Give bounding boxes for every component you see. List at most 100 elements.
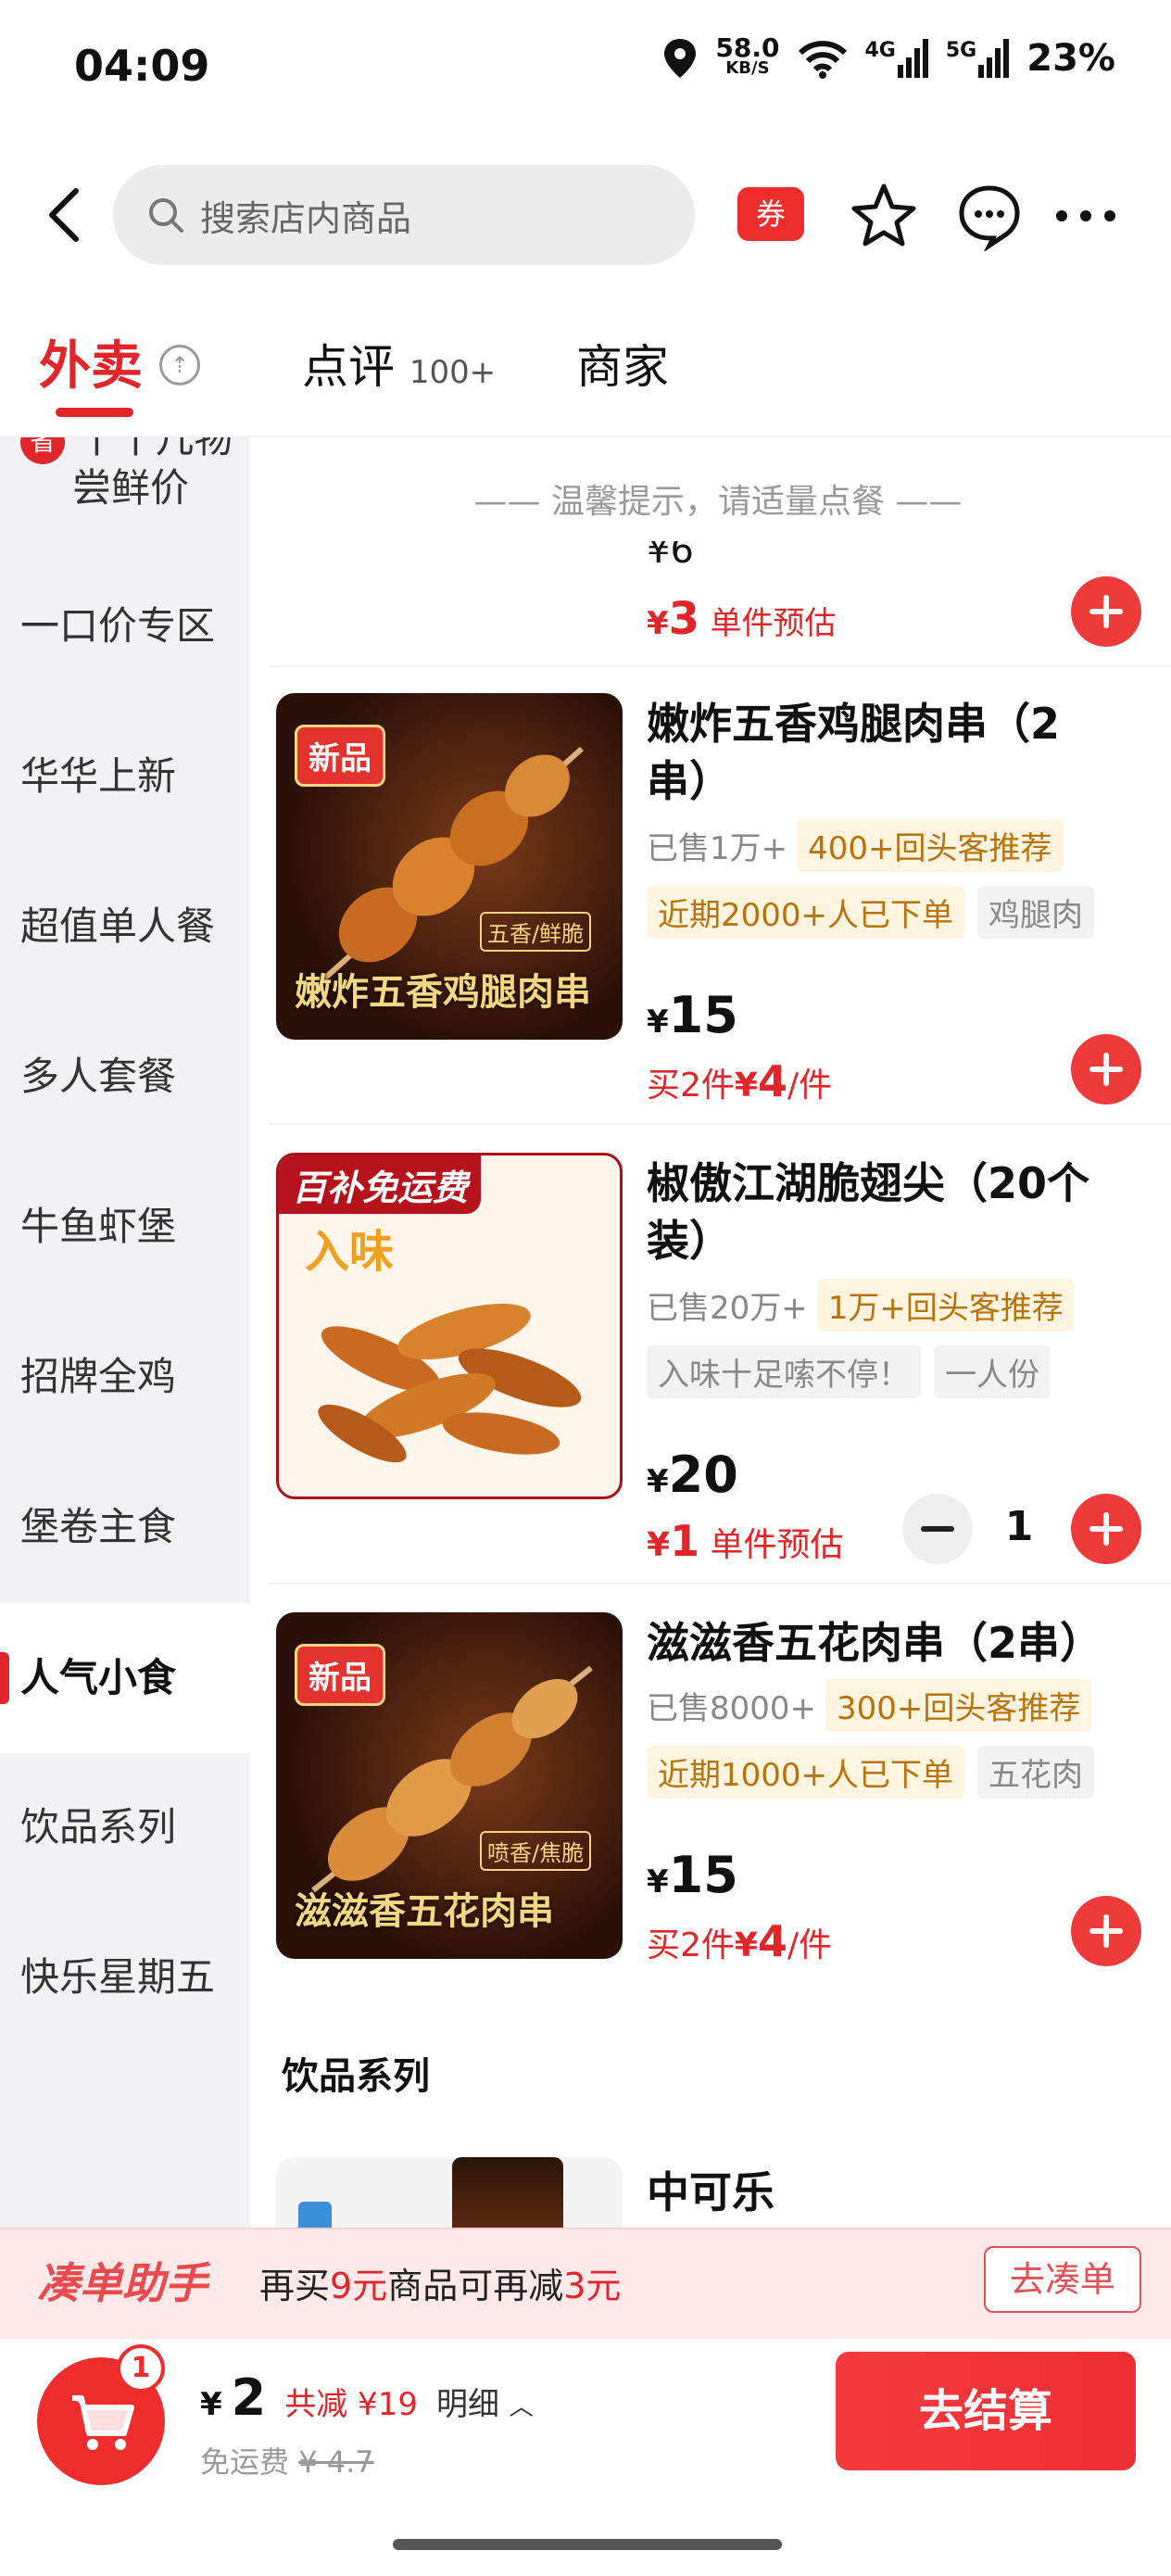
- promo-suffix: /件: [787, 1926, 833, 1964]
- search-bar[interactable]: 搜索店内商品: [113, 165, 695, 265]
- promo-suffix: /件: [787, 1067, 833, 1105]
- image-caption: 滋滋香五花肉串: [295, 1890, 554, 1933]
- active-indicator: [0, 1652, 9, 1704]
- cart-total: ¥ 2 共减 ¥19 明细 ︿: [200, 2368, 534, 2427]
- cell-signal-2: 5G: [946, 39, 1010, 78]
- add-button[interactable]: [1071, 1896, 1141, 1966]
- network-speed-value: 58.0: [715, 32, 780, 63]
- partial-unit-label: 单件预估: [710, 605, 837, 642]
- image-caption: 嫩炸五香鸡腿肉串: [295, 971, 591, 1014]
- promo-price: 买2件¥4/件: [647, 1056, 832, 1106]
- coupon-button[interactable]: 券: [737, 187, 804, 241]
- order-tip: —— 温馨提示，请适量点餐 ——: [473, 483, 963, 521]
- signal-icon: [978, 39, 1010, 78]
- sidebar-item-drinks[interactable]: 饮品系列: [0, 1796, 250, 1852]
- description-tag: 入味十足嗦不停！: [647, 1345, 921, 1398]
- chat-bubble-icon: [959, 185, 1020, 253]
- product-title[interactable]: 滋滋香五花肉串（2串）: [647, 1614, 1128, 1672]
- network-speed: 58.0 KB/S: [715, 32, 780, 79]
- unit-yen: ¥: [647, 1526, 671, 1564]
- sidebar-item-partial-line1: 十十几物: [77, 437, 233, 461]
- unit-label: 单件预估: [710, 1526, 844, 1564]
- yen-sign: ¥: [647, 1863, 669, 1900]
- signal-icon: [897, 39, 928, 78]
- divider: [269, 1123, 1171, 1125]
- back-button[interactable]: [37, 178, 93, 252]
- helper-text: 再买9元商品可再减3元: [259, 2257, 621, 2308]
- product-title[interactable]: 嫩炸五香鸡腿肉串（2串）: [647, 695, 1101, 810]
- sidebar-item-partial[interactable]: 省 十十几物 尝鲜价: [0, 437, 250, 512]
- ingredient-tag: 五花肉: [977, 1746, 1095, 1799]
- helper-text-b: 9元: [330, 2266, 388, 2306]
- partial-unit-yen: ¥: [647, 605, 669, 642]
- checkout-button[interactable]: 去结算: [836, 2352, 1136, 2470]
- sidebar-item-multi-meal[interactable]: 多人套餐: [0, 1045, 250, 1102]
- category-sidebar: 省 十十几物 尝鲜价 一口价专区 华华上新 超值单人餐 多人套餐 牛鱼虾堡 招牌…: [0, 437, 250, 2420]
- tab-active-indicator: [56, 408, 133, 417]
- repeat-customer-tag: 400+回头客推荐: [797, 819, 1064, 872]
- tab-merchant[interactable]: 商家: [576, 330, 669, 397]
- product-image[interactable]: 百补免运费 入味: [276, 1153, 623, 1499]
- sold-count: 已售1万+: [647, 830, 788, 867]
- product-tag-row: 近期2000+人已下单 鸡腿肉: [647, 886, 1095, 939]
- product-meta-row: 已售8000+ 300+回头客推荐: [647, 1679, 1092, 1732]
- tab-delivery[interactable]: 外卖: [39, 324, 143, 399]
- detail-link[interactable]: 明细 ︿: [436, 2379, 534, 2424]
- price-value: 15: [668, 986, 738, 1044]
- sold-count: 已售8000+: [647, 1690, 817, 1727]
- favorite-button[interactable]: [849, 181, 919, 251]
- home-indicator[interactable]: [393, 2539, 782, 2550]
- save-badge-icon: 省: [20, 437, 65, 464]
- product-price: ¥15: [647, 986, 738, 1044]
- unit-estimate: ¥1 单件预估: [647, 1516, 844, 1566]
- repeat-customer-tag: 1万+回头客推荐: [816, 1279, 1075, 1332]
- add-button[interactable]: [1071, 1494, 1141, 1564]
- status-time: 04:09: [74, 41, 210, 91]
- sidebar-item-friday[interactable]: 快乐星期五: [0, 1946, 250, 2002]
- ingredient-tag: 鸡腿肉: [977, 886, 1095, 939]
- search-placeholder: 搜索店内商品: [200, 197, 412, 239]
- sidebar-item-new[interactable]: 华华上新: [0, 745, 250, 802]
- cell-signal-1: 4G: [865, 39, 929, 78]
- repeat-customer-tag: 300+回头客推荐: [825, 1679, 1092, 1732]
- add-more-button[interactable]: 去凑单: [984, 2246, 1141, 2313]
- price-value: 15: [668, 1846, 738, 1904]
- price-value: 20: [668, 1446, 738, 1504]
- sidebar-item-snacks[interactable]: 人气小食: [0, 1603, 250, 1753]
- sidebar-item-partial-line2: 尝鲜价: [72, 464, 190, 511]
- product-meta-row: 已售20万+ 1万+回头客推荐: [647, 1279, 1075, 1332]
- unit-value: 1: [670, 1516, 700, 1566]
- product-title[interactable]: 椒傲江湖脆翅尖（20个装）: [647, 1155, 1101, 1269]
- delivery-label: 免运费: [200, 2444, 290, 2480]
- chevron-left-icon: [49, 188, 79, 242]
- product-image[interactable]: [276, 2157, 623, 2228]
- sidebar-item-burgers[interactable]: 牛鱼虾堡: [0, 1195, 250, 1252]
- product-title[interactable]: 中可乐: [647, 2159, 774, 2220]
- partial-price: ¥6: [647, 541, 694, 572]
- customer-service-button[interactable]: [954, 181, 1025, 253]
- promo-value: 4: [757, 1056, 787, 1106]
- product-image[interactable]: 新品 嫩炸五香鸡腿肉串 五香/鲜脆: [276, 693, 623, 1040]
- collapse-icon[interactable]: ⇡: [159, 345, 200, 385]
- add-button[interactable]: [1071, 1034, 1141, 1105]
- sidebar-item-snacks-label: 人气小食: [20, 1655, 177, 1700]
- recent-orders-tag: 近期2000+人已下单: [647, 886, 965, 939]
- product-image[interactable]: 新品 滋滋香五花肉串 喷香/焦脆: [276, 1612, 623, 1959]
- brand-mark-icon: [298, 2202, 332, 2228]
- add-button[interactable]: [1071, 576, 1141, 647]
- helper-text-a: 再买: [259, 2266, 331, 2306]
- sidebar-item-staples[interactable]: 堡卷主食: [0, 1496, 250, 1552]
- sidebar-item-one-price[interactable]: 一口价专区: [0, 595, 250, 651]
- total-yen: ¥: [200, 2386, 222, 2423]
- more-button[interactable]: [1051, 181, 1121, 251]
- yen-sign: ¥: [647, 1463, 669, 1500]
- image-tag: 喷香/焦脆: [480, 1831, 592, 1871]
- sidebar-item-single-meal[interactable]: 超值单人餐: [0, 895, 250, 952]
- decrease-button[interactable]: [902, 1494, 973, 1564]
- sidebar-item-chicken[interactable]: 招牌全鸡: [0, 1345, 250, 1402]
- wifi-icon: [798, 41, 847, 79]
- partial-unit-value: 3: [668, 593, 700, 645]
- tab-reviews[interactable]: 点评 100+: [302, 330, 496, 397]
- network-type-2: 5G: [945, 39, 977, 62]
- promo-yen: ¥: [734, 1926, 758, 1964]
